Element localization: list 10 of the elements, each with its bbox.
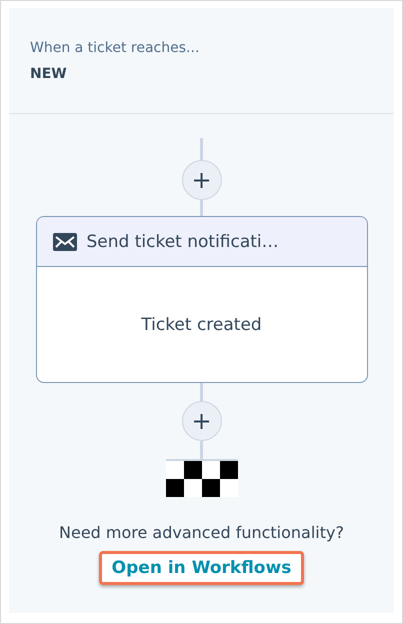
action-title: Send ticket notificati… [86, 232, 279, 252]
open-workflows-link[interactable]: Open in Workflows [98, 551, 304, 585]
add-step-button[interactable]: + [182, 160, 222, 200]
add-step-button[interactable]: + [182, 401, 222, 441]
trigger-stage: NEW [30, 66, 68, 82]
action-card[interactable]: Send ticket notificati… Ticket created [36, 216, 368, 383]
envelope-icon [52, 232, 76, 250]
trigger-label: When a ticket reaches... [30, 40, 200, 56]
action-description: Ticket created [141, 314, 262, 334]
upgrade-prompt: Need more advanced functionality? [59, 523, 344, 542]
